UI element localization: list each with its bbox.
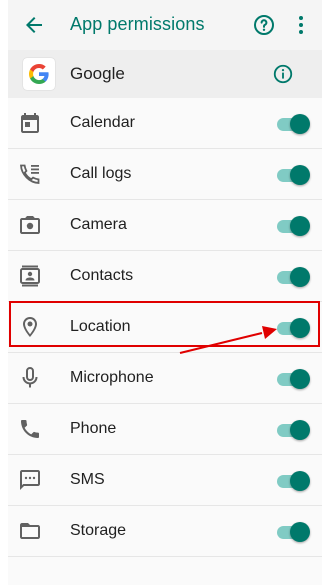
- app-bar: App permissions: [8, 0, 322, 50]
- permission-row-storage[interactable]: Storage: [8, 506, 322, 557]
- camera-icon: [20, 216, 40, 234]
- permission-toggle-contacts[interactable]: [275, 266, 311, 288]
- folder-icon: [20, 523, 40, 539]
- permission-toggle-calendar[interactable]: [275, 113, 311, 135]
- permission-row-microphone[interactable]: Microphone: [8, 353, 322, 404]
- permission-toggle-camera[interactable]: [275, 215, 311, 237]
- microphone-icon: [22, 367, 38, 388]
- permission-label: Contacts: [70, 267, 134, 284]
- contacts-icon: [20, 265, 40, 287]
- phone-icon: [21, 420, 39, 438]
- location-pin-icon: [23, 317, 37, 337]
- settings-screen: App permissions Google Calendar Call log…: [8, 0, 322, 585]
- more-vert-icon[interactable]: [289, 13, 313, 37]
- permission-label: Location: [70, 318, 131, 335]
- permission-row-sms[interactable]: SMS: [8, 455, 322, 506]
- permission-row-location[interactable]: Location: [8, 302, 322, 353]
- app-header: Google: [8, 50, 322, 98]
- permission-row-phone[interactable]: Phone: [8, 404, 322, 455]
- permissions-list: Calendar Call logs Camera Contacts Locat…: [8, 98, 322, 557]
- permission-toggle-phone[interactable]: [275, 419, 311, 441]
- permission-label: SMS: [70, 471, 105, 488]
- permission-label: Microphone: [70, 369, 154, 386]
- call-log-icon: [20, 164, 40, 184]
- google-logo-icon: [23, 58, 55, 90]
- permission-row-camera[interactable]: Camera: [8, 200, 322, 251]
- help-circle-icon[interactable]: [252, 13, 276, 37]
- permission-label: Phone: [70, 420, 117, 437]
- sms-icon: [20, 470, 40, 490]
- calendar-icon: [21, 113, 39, 133]
- permission-label: Call logs: [70, 165, 132, 182]
- permission-label: Camera: [70, 216, 127, 233]
- permission-label: Storage: [70, 522, 127, 539]
- permission-toggle-location[interactable]: [275, 317, 311, 339]
- page-title: App permissions: [70, 14, 205, 34]
- permission-row-call-logs[interactable]: Call logs: [8, 149, 322, 200]
- permission-label: Calendar: [70, 114, 135, 131]
- permission-row-contacts[interactable]: Contacts: [8, 251, 322, 302]
- permission-toggle-sms[interactable]: [275, 470, 311, 492]
- arrow-back-icon[interactable]: [22, 13, 46, 37]
- permission-toggle-microphone[interactable]: [275, 368, 311, 390]
- permission-toggle-storage[interactable]: [275, 521, 311, 543]
- info-icon[interactable]: [272, 63, 294, 85]
- permission-toggle-call-logs[interactable]: [275, 164, 311, 186]
- app-name: Google: [70, 64, 125, 83]
- permission-row-calendar[interactable]: Calendar: [8, 98, 322, 149]
